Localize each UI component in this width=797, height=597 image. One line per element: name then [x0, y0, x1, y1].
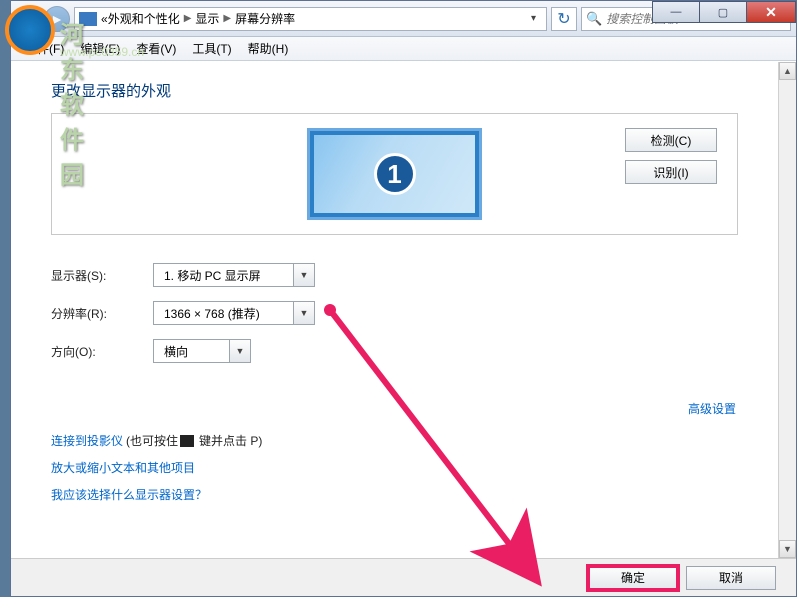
page-title: 更改显示器的外观	[51, 80, 738, 101]
monitor-number: 1	[374, 153, 416, 195]
which-display-link[interactable]: 我应该选择什么显示器设置？	[51, 486, 207, 503]
breadcrumb-part[interactable]: 屏幕分辨率	[235, 10, 295, 27]
control-panel-window: — ▢ ✕ ◄ ► « 外观和个性化 ▶ 显示 ▶ 屏幕分辨率 ▾ ↻ 🔍 文件…	[10, 0, 797, 597]
close-button[interactable]: ✕	[746, 1, 796, 23]
dialog-footer: 确定 取消	[11, 558, 796, 596]
chevron-right-icon: ▶	[223, 13, 231, 24]
refresh-button[interactable]: ↻	[551, 7, 577, 31]
orientation-value: 横向	[153, 339, 229, 363]
menu-file[interactable]: 文件(F)	[17, 38, 72, 59]
scroll-up-button[interactable]: ▲	[779, 62, 796, 80]
display-dropdown[interactable]: 1. 移动 PC 显示屏 ▼	[153, 263, 315, 287]
breadcrumb[interactable]: « 外观和个性化 ▶ 显示 ▶ 屏幕分辨率 ▾	[74, 7, 547, 31]
orientation-label: 方向(O):	[51, 343, 153, 360]
breadcrumb-part[interactable]: 外观和个性化	[108, 10, 180, 27]
menu-bar: 文件(F) 编辑(E) 查看(V) 工具(T) 帮助(H)	[11, 37, 796, 61]
detect-button[interactable]: 检测(C)	[625, 128, 717, 152]
projector-hint-after: 键并点击 P)	[199, 432, 262, 449]
vertical-scrollbar[interactable]: ▲ ▼	[778, 62, 796, 558]
display-value: 1. 移动 PC 显示屏	[153, 263, 293, 287]
menu-tools[interactable]: 工具(T)	[184, 38, 239, 59]
breadcrumb-prefix: «	[101, 12, 108, 26]
cancel-button[interactable]: 取消	[686, 566, 776, 590]
location-icon	[79, 12, 97, 26]
maximize-button[interactable]: ▢	[699, 1, 747, 23]
menu-view[interactable]: 查看(V)	[128, 38, 184, 59]
projector-link[interactable]: 连接到投影仪	[51, 432, 123, 449]
orientation-dropdown[interactable]: 横向 ▼	[153, 339, 251, 363]
back-button[interactable]: ◄	[16, 6, 42, 32]
forward-button[interactable]: ►	[44, 6, 70, 32]
titlebar-buttons: — ▢ ✕	[653, 1, 796, 23]
windows-key-icon	[180, 435, 194, 447]
menu-help[interactable]: 帮助(H)	[240, 38, 297, 59]
projector-hint-before: (也可按住	[126, 432, 178, 449]
search-icon: 🔍	[586, 11, 602, 27]
display-label: 显示器(S):	[51, 267, 153, 284]
minimize-button[interactable]: —	[652, 1, 700, 23]
identify-button[interactable]: 识别(I)	[625, 160, 717, 184]
chevron-down-icon[interactable]: ▼	[229, 339, 251, 363]
content-area: 更改显示器的外观 1 检测(C) 识别(I) 显示器(S): 1. 移动 PC …	[11, 62, 778, 558]
breadcrumb-part[interactable]: 显示	[195, 10, 219, 27]
help-links: 连接到投影仪 (也可按住 键并点击 P) 放大或缩小文本和其他项目 我应该选择什…	[51, 432, 262, 513]
display-preview: 1 检测(C) 识别(I)	[51, 113, 738, 235]
chevron-down-icon[interactable]: ▼	[293, 301, 315, 325]
chevron-right-icon: ▶	[184, 13, 192, 24]
resolution-label: 分辨率(R):	[51, 305, 153, 322]
scale-text-link[interactable]: 放大或缩小文本和其他项目	[51, 459, 195, 476]
monitor-icon[interactable]: 1	[307, 128, 482, 220]
breadcrumb-dropdown-icon[interactable]: ▾	[525, 13, 542, 24]
advanced-settings-link[interactable]: 高级设置	[688, 400, 736, 417]
ok-button[interactable]: 确定	[588, 566, 678, 590]
chevron-down-icon[interactable]: ▼	[293, 263, 315, 287]
menu-edit[interactable]: 编辑(E)	[72, 38, 128, 59]
settings-form: 显示器(S): 1. 移动 PC 显示屏 ▼ 分辨率(R): 1366 × 76…	[51, 263, 738, 363]
resolution-value: 1366 × 768 (推荐)	[153, 301, 293, 325]
resolution-dropdown[interactable]: 1366 × 768 (推荐) ▼	[153, 301, 315, 325]
scroll-down-button[interactable]: ▼	[779, 540, 796, 558]
